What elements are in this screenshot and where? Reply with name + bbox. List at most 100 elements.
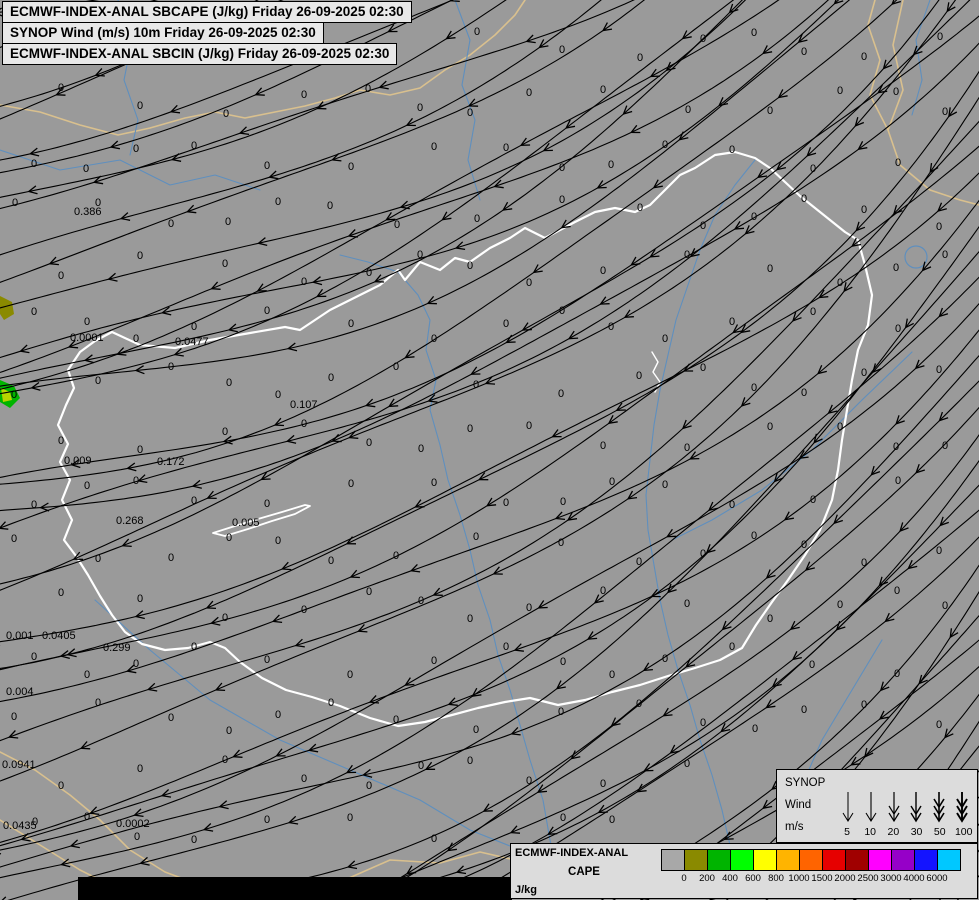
zero-value-label: 0 xyxy=(837,85,843,97)
wind-speed-label: 100 xyxy=(954,826,973,838)
cape-swatch xyxy=(822,849,846,871)
zero-value-label: 0 xyxy=(418,760,424,772)
zero-value-label: 0 xyxy=(560,656,566,668)
zero-value-label: 0 xyxy=(801,46,807,58)
contour-value-label: 0.299 xyxy=(103,642,131,654)
zero-value-label: 0 xyxy=(936,221,942,233)
contour-value-label: 0.001 xyxy=(6,630,34,642)
zero-value-label: 0 xyxy=(431,655,437,667)
zero-value-label: 0 xyxy=(729,499,735,511)
zero-value-label: 0 xyxy=(700,548,706,560)
zero-value-label: 0 xyxy=(31,651,37,663)
zero-value-label: 0 xyxy=(861,51,867,63)
zero-value-label: 0 xyxy=(58,82,64,94)
zero-value-label: 0 xyxy=(895,323,901,335)
zero-value-label: 0 xyxy=(637,52,643,64)
zero-value-label: 0 xyxy=(301,418,307,430)
cape-tick-label: 1000 xyxy=(788,873,810,884)
cape-tick-label: 3000 xyxy=(880,873,902,884)
zero-value-label: 0 xyxy=(348,161,354,173)
zero-value-label: 0 xyxy=(226,377,232,389)
zero-value-label: 0 xyxy=(264,305,270,317)
contour-value-label: 0.0941 xyxy=(2,759,36,771)
zero-value-label: 0 xyxy=(168,552,174,564)
cape-tick-label: 800 xyxy=(768,873,784,884)
cape-tick-label: 400 xyxy=(722,873,738,884)
cape-swatch xyxy=(684,849,708,871)
zero-value-label: 0 xyxy=(31,499,37,511)
zero-value-label: 0 xyxy=(936,364,942,376)
cape-tick-label: 4000 xyxy=(903,873,925,884)
zero-value-label: 0 xyxy=(393,714,399,726)
zero-value-label: 0 xyxy=(600,778,606,790)
zero-value-label: 0 xyxy=(226,532,232,544)
zero-value-label: 0 xyxy=(942,106,948,118)
wind-legend-param: Wind xyxy=(785,799,812,811)
zero-value-label: 0 xyxy=(767,613,773,625)
zero-value-label: 0 xyxy=(431,141,437,153)
zero-value-label: 0 xyxy=(347,812,353,824)
zero-value-label: 0 xyxy=(608,159,614,171)
zero-value-label: 0 xyxy=(636,370,642,382)
zero-value-label: 0 xyxy=(133,658,139,670)
zero-value-label: 0 xyxy=(11,389,17,401)
zero-value-label: 0 xyxy=(700,717,706,729)
zero-value-label: 0 xyxy=(810,163,816,175)
zero-value-label: 0 xyxy=(893,262,899,274)
cape-swatch xyxy=(937,849,961,871)
zero-value-label: 0 xyxy=(84,316,90,328)
zero-value-label: 0 xyxy=(937,31,943,43)
wind-legend-titles: SYNOP Wind m/s xyxy=(783,774,839,838)
map-title-line-wind: SYNOP Wind (m/s) 10m Friday 26-09-2025 0… xyxy=(2,22,324,44)
zero-value-label: 0 xyxy=(418,595,424,607)
zero-value-label: 0 xyxy=(894,585,900,597)
zero-value-label: 0 xyxy=(559,162,565,174)
cape-tick-label: 200 xyxy=(699,873,715,884)
contour-value-label: 0.268 xyxy=(116,515,144,527)
zero-value-label: 0 xyxy=(137,593,143,605)
weather-map-svg: 0 0 0 0 0 0 0 0 0 0 0 0 0 0 0 0 0 0 0 0 0 0 0 0 0 0 0 0 0 0 0 0 0 0 0 0 0 0 0 0… xyxy=(0,0,979,900)
cape-swatch xyxy=(730,849,754,871)
zero-value-label: 0 xyxy=(467,613,473,625)
zero-value-label: 0 xyxy=(137,250,143,262)
contour-value-label: 0.172 xyxy=(157,456,185,468)
zero-value-label: 0 xyxy=(58,270,64,282)
zero-value-label: 0 xyxy=(417,249,423,261)
zero-value-label: 0 xyxy=(474,26,480,38)
weather-map-screen: 0 0 0 0 0 0 0 0 0 0 0 0 0 0 0 0 0 0 0 0 0 0 0 0 0 0 0 0 0 0 0 0 0 0 0 0 0 0 0 0… xyxy=(0,0,979,900)
cape-tick-label: 1500 xyxy=(811,873,833,884)
zero-value-label: 0 xyxy=(861,367,867,379)
wind-arrows xyxy=(839,783,971,825)
zero-value-label: 0 xyxy=(837,277,843,289)
zero-value-label: 0 xyxy=(327,200,333,212)
zero-value-label: 0 xyxy=(11,711,17,723)
wind-legend-source: SYNOP xyxy=(785,777,826,789)
zero-value-label: 0 xyxy=(751,530,757,542)
zero-value-label: 0 xyxy=(264,814,270,826)
zero-value-label: 0 xyxy=(225,216,231,228)
zero-value-label: 0 xyxy=(751,211,757,223)
zero-value-label: 0 xyxy=(559,194,565,206)
zero-value-label: 0 xyxy=(503,142,509,154)
zero-value-label: 0 xyxy=(801,539,807,551)
zero-value-label: 0 xyxy=(275,535,281,547)
zero-value-label: 0 xyxy=(559,44,565,56)
zero-value-label: 0 xyxy=(752,723,758,735)
zero-value-label: 0 xyxy=(474,213,480,225)
zero-value-label: 0 xyxy=(264,498,270,510)
map-background xyxy=(0,0,979,900)
contour-value-label: 0.009 xyxy=(64,455,92,467)
contour-value-label: 0.004 xyxy=(6,686,34,698)
wind-legend-scale: 5 10 20 30 50 100 xyxy=(839,774,973,838)
zero-value-label: 0 xyxy=(700,33,706,45)
zero-value-label: 0 xyxy=(393,361,399,373)
zero-value-label: 0 xyxy=(837,599,843,611)
zero-value-label: 0 xyxy=(809,659,815,671)
zero-value-label: 0 xyxy=(301,773,307,785)
zero-value-label: 0 xyxy=(560,496,566,508)
zero-value-label: 0 xyxy=(600,440,606,452)
zero-value-label: 0 xyxy=(473,531,479,543)
wind-legend-units: m/s xyxy=(785,821,804,833)
zero-value-label: 0 xyxy=(418,443,424,455)
contour-value-label: 0.005 xyxy=(232,517,260,529)
